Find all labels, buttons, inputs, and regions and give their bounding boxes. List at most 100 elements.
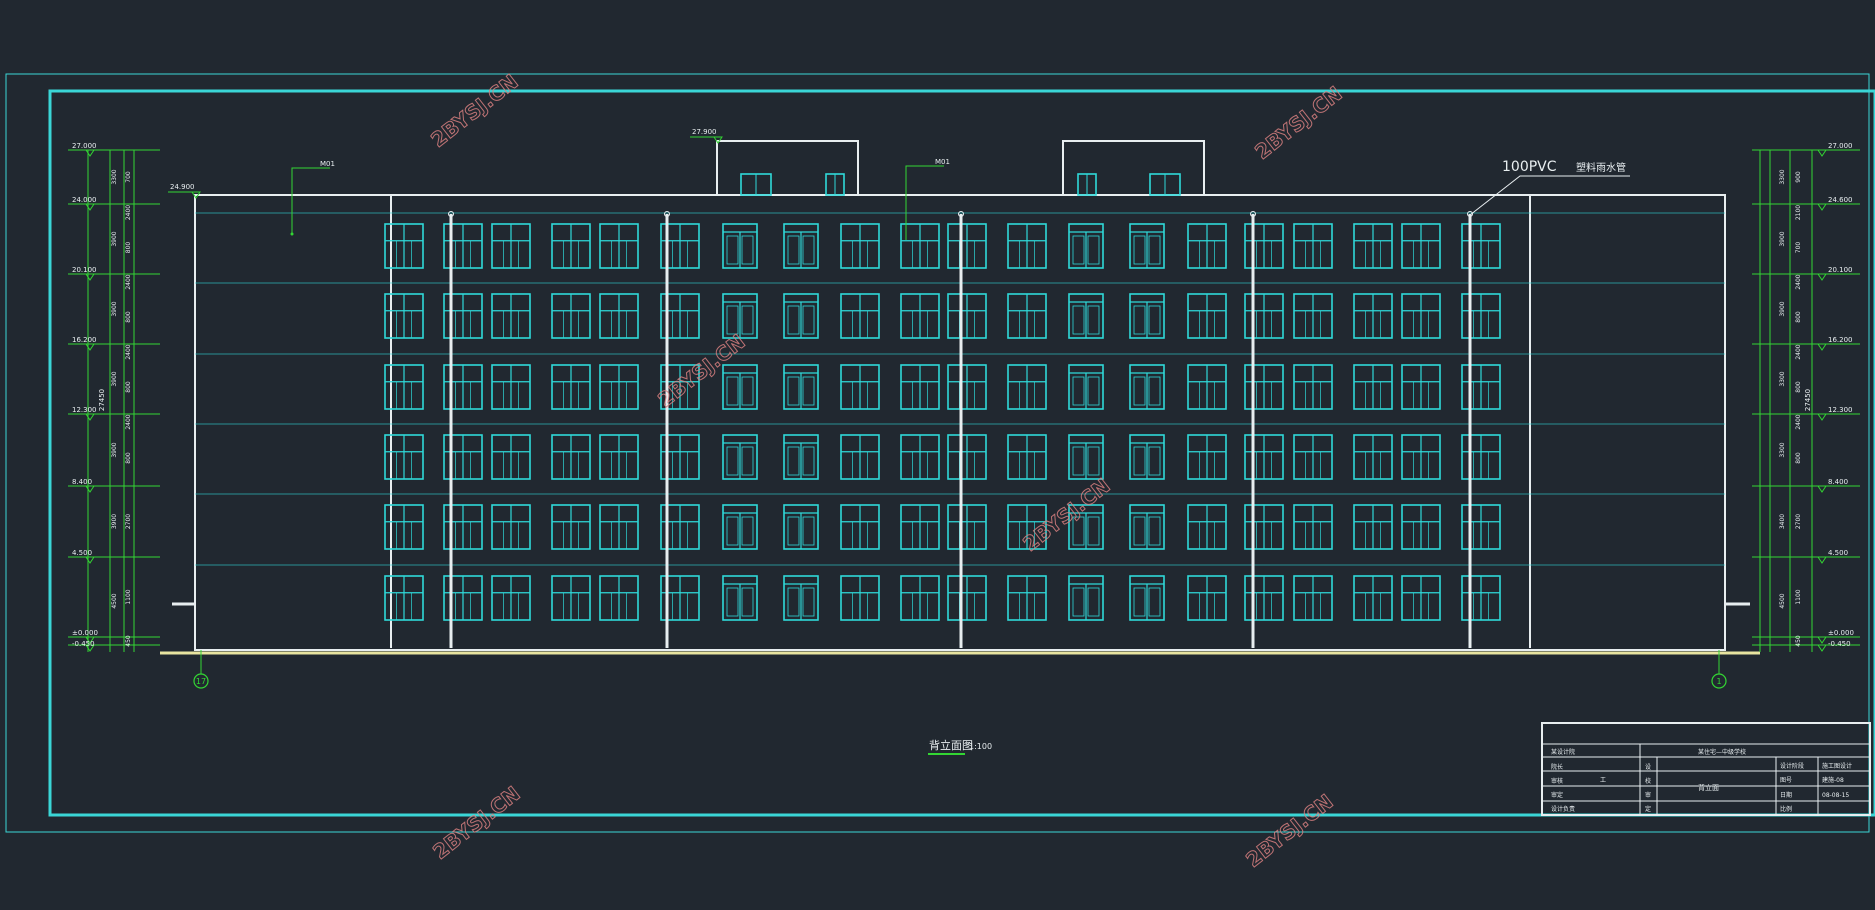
window-sash: [1148, 235, 1161, 265]
window: [491, 434, 531, 480]
dimension-label: 2700: [1795, 514, 1802, 529]
window-sash: [726, 235, 739, 265]
tb-design-unit: 某设计院: [1551, 748, 1575, 756]
window-sash: [1133, 516, 1146, 546]
window: [491, 223, 531, 269]
window-sash: [726, 376, 739, 406]
watermark-text: 2BYSJ.CN: [1241, 789, 1337, 872]
dimension-label: 1100: [1795, 589, 1802, 604]
dimension-label: 450: [1795, 635, 1802, 647]
level-triangle: [85, 413, 95, 421]
window: [1068, 223, 1104, 269]
dimension-label: 800: [1795, 381, 1802, 393]
axis-label-right: 1: [1716, 677, 1721, 686]
window: [900, 434, 940, 480]
window: [722, 364, 758, 410]
window: [599, 504, 639, 550]
window-sash: [741, 235, 754, 265]
window: [1401, 434, 1441, 480]
window: [599, 364, 639, 410]
dimension-label: 2400: [125, 414, 132, 429]
level-label: 4.500: [72, 549, 92, 557]
window: [599, 293, 639, 339]
tag-left: M01: [320, 160, 335, 168]
dimension-label: 800: [125, 311, 132, 323]
window: [551, 364, 591, 410]
window: [1244, 575, 1284, 621]
level-triangle: [85, 273, 95, 281]
dimension-label: 4500: [1779, 593, 1786, 608]
window-sash: [787, 587, 800, 617]
window-sash: [802, 587, 815, 617]
window: [1187, 364, 1227, 410]
window: [1007, 575, 1047, 621]
window: [1187, 504, 1227, 550]
level-label: 27.000: [72, 142, 97, 150]
level-label: 24.600: [1828, 196, 1853, 204]
window: [840, 434, 880, 480]
window: [551, 293, 591, 339]
pvc-size-note: 100PVC: [1502, 159, 1557, 175]
window-sash: [1072, 376, 1085, 406]
stair-tower-right: [1062, 140, 1205, 195]
window-sash: [1148, 516, 1161, 546]
window: [900, 293, 940, 339]
watermark-text: 2BYSJ.CN: [1018, 473, 1114, 556]
dimension-label: 1100: [125, 589, 132, 604]
window-sash: [1133, 305, 1146, 335]
dimension-label: 2400: [125, 205, 132, 220]
dimension-label: 3900: [111, 514, 118, 529]
dimension-label: 900: [1795, 171, 1802, 183]
level-label: 16.200: [72, 336, 97, 344]
window: [1293, 364, 1333, 410]
watermark-text: 2BYSJ.CN: [1250, 81, 1346, 164]
tb-mid-label: 审: [1645, 791, 1651, 799]
window: [1068, 434, 1104, 480]
window: [1129, 293, 1165, 339]
window: [1007, 434, 1047, 480]
window-sash: [787, 376, 800, 406]
dimension-total: 27450: [1804, 389, 1812, 411]
dimension-label: 3300: [1779, 371, 1786, 386]
window: [599, 575, 639, 621]
window-sash: [1133, 235, 1146, 265]
window-sash: [787, 305, 800, 335]
dimension-chain-right: 27.000 24.600 20.100 16.200 12.300 8.400 4.500…: [1752, 142, 1860, 652]
window-sash: [741, 305, 754, 335]
level-label: 20.100: [72, 266, 97, 274]
window-sash: [741, 516, 754, 546]
dimension-label: 2400: [1795, 274, 1802, 289]
window: [783, 504, 819, 550]
window-sash: [1133, 587, 1146, 617]
window: [1461, 223, 1501, 269]
dimension-label: 2100: [1795, 205, 1802, 220]
window: [1353, 223, 1393, 269]
window-sash: [726, 516, 739, 546]
window: [722, 575, 758, 621]
window: [1461, 575, 1501, 621]
window-sash: [787, 516, 800, 546]
window: [1187, 575, 1227, 621]
window: [840, 575, 880, 621]
window-sash: [1087, 516, 1100, 546]
level-triangle: [1817, 485, 1827, 493]
level-label: ±0.000: [72, 629, 98, 637]
dimension-label: 3300: [111, 169, 118, 184]
tb-work-mark: 工: [1600, 777, 1606, 784]
tb-drawing-name: 背立面: [1698, 783, 1719, 792]
window-sash: [787, 235, 800, 265]
window: [1293, 504, 1333, 550]
window: [1007, 223, 1047, 269]
window-sash: [1072, 235, 1085, 265]
dimension-label: 700: [1795, 242, 1802, 254]
window: [1401, 575, 1441, 621]
cad-drawing-canvas: M01 M01 100PVC 塑料雨水管 27.900 24.900 27.00…: [0, 0, 1875, 906]
dimension-label: 4500: [111, 593, 118, 608]
level-triangle: [1817, 644, 1827, 652]
level-triangle: [1817, 636, 1827, 644]
level-triangle: [85, 203, 95, 211]
window-sash: [802, 305, 815, 335]
window: [783, 364, 819, 410]
window: [1068, 293, 1104, 339]
window: [1293, 223, 1333, 269]
